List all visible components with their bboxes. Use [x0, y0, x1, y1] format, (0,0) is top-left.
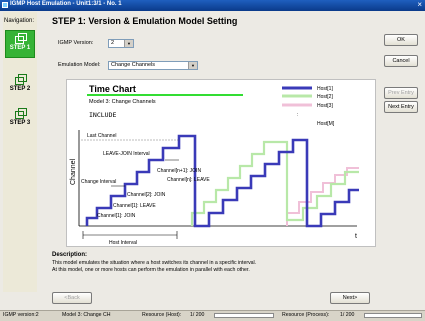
resource-process-bar [364, 313, 422, 318]
nav-step-1[interactable]: STEP 1 [5, 30, 35, 58]
next-button[interactable]: Next> [330, 292, 370, 304]
status-resource-host-label: Resource (Host): [142, 312, 182, 318]
status-resource-host-value: 1/ 200 [190, 312, 205, 318]
annot-channel-n-leave: Channel[n]: LEAVE [167, 177, 210, 183]
close-icon[interactable]: × [417, 0, 422, 9]
diagram-mode: INCLUDE [89, 111, 116, 119]
nav-step-2[interactable]: STEP 2 [5, 74, 35, 102]
igmp-version-label: IGMP Version: [58, 40, 94, 46]
diagram-title: Time Chart [89, 84, 136, 94]
time-chart-svg: Time Chart Model 3: Change Channels INCL… [70, 84, 359, 246]
resource-host-bar [214, 313, 274, 318]
legend-host3: Host[3] [317, 103, 333, 109]
annot-host-interval: Host Interval [109, 240, 137, 246]
legend-host1: Host[1] [317, 86, 333, 92]
nav-step-label: STEP 3 [9, 120, 31, 126]
cancel-button[interactable]: Cancel [384, 55, 418, 67]
step-icon [14, 74, 27, 85]
y-axis-label: Channel [70, 158, 77, 185]
page-title: STEP 1: Version & Emulation Model Settin… [52, 16, 238, 26]
app-icon [2, 2, 8, 8]
diagram-subtitle: Model 3: Change Channels [89, 99, 156, 105]
chevron-down-icon[interactable]: ▼ [124, 40, 133, 47]
emulation-model-value: Change Channels [111, 62, 156, 68]
description-body: This model emulates the situation where … [52, 260, 382, 273]
x-axis-label: t [355, 233, 357, 240]
igmp-version-value: 2 [111, 40, 115, 46]
description-line: At this model, one or more hosts can per… [52, 266, 250, 273]
nav-step-label: STEP 2 [9, 86, 31, 92]
annot-channel-2-join: Channel[2]: JOIN [127, 192, 166, 198]
status-bar: IGMP version:2 Model 3: Change CH Resour… [0, 310, 425, 321]
annot-channel-n1-join: Channel[n+1]: JOIN [157, 168, 201, 174]
time-chart-diagram: Time Chart Model 3: Change Channels INCL… [66, 79, 376, 247]
emulation-model-label: Emulation Model: [58, 62, 101, 68]
back-button[interactable]: <Back [52, 292, 92, 304]
annot-last-channel: Last Channel [87, 133, 116, 139]
annot-channel-1-join: Channel[1]: JOIN [97, 213, 136, 219]
chevron-down-icon[interactable]: ▼ [188, 62, 197, 69]
description-title: Description: [52, 252, 88, 258]
prev-entry-button[interactable]: Prev Entry [384, 87, 418, 99]
next-entry-button[interactable]: Next Entry [384, 101, 418, 113]
window-titlebar[interactable]: IGMP Host Emulation - Unit1:3/1 - No. 1 … [0, 0, 425, 11]
ok-button[interactable]: OK [384, 34, 418, 46]
nav-step-label: STEP 1 [9, 45, 31, 51]
window-title: IGMP Host Emulation - Unit1:3/1 - No. 1 [10, 1, 122, 7]
status-model: Model 3: Change CH [62, 312, 111, 318]
status-resource-process-value: 1/ 200 [340, 312, 355, 318]
navigation-title: Navigation: [4, 18, 35, 24]
nav-step-3[interactable]: STEP 3 [5, 108, 35, 136]
annot-change-interval: Change Interval [81, 179, 116, 185]
emulation-model-select[interactable]: Change Channels ▼ [108, 61, 198, 70]
legend-ellipsis: : [297, 112, 298, 118]
annot-leave-join-interval: LEAVE-JOIN Interval [103, 151, 150, 157]
step-icon [14, 108, 27, 119]
legend-hostm: Host[M] [317, 121, 335, 127]
status-igmp-version: IGMP version:2 [3, 312, 39, 318]
step-icon [14, 33, 27, 44]
annot-channel-1-leave: Channel[1]: LEAVE [113, 203, 156, 209]
status-resource-process-label: Resource (Process): [282, 312, 330, 318]
legend-host2: Host[2] [317, 94, 333, 100]
igmp-version-select[interactable]: 2 ▼ [108, 39, 134, 48]
